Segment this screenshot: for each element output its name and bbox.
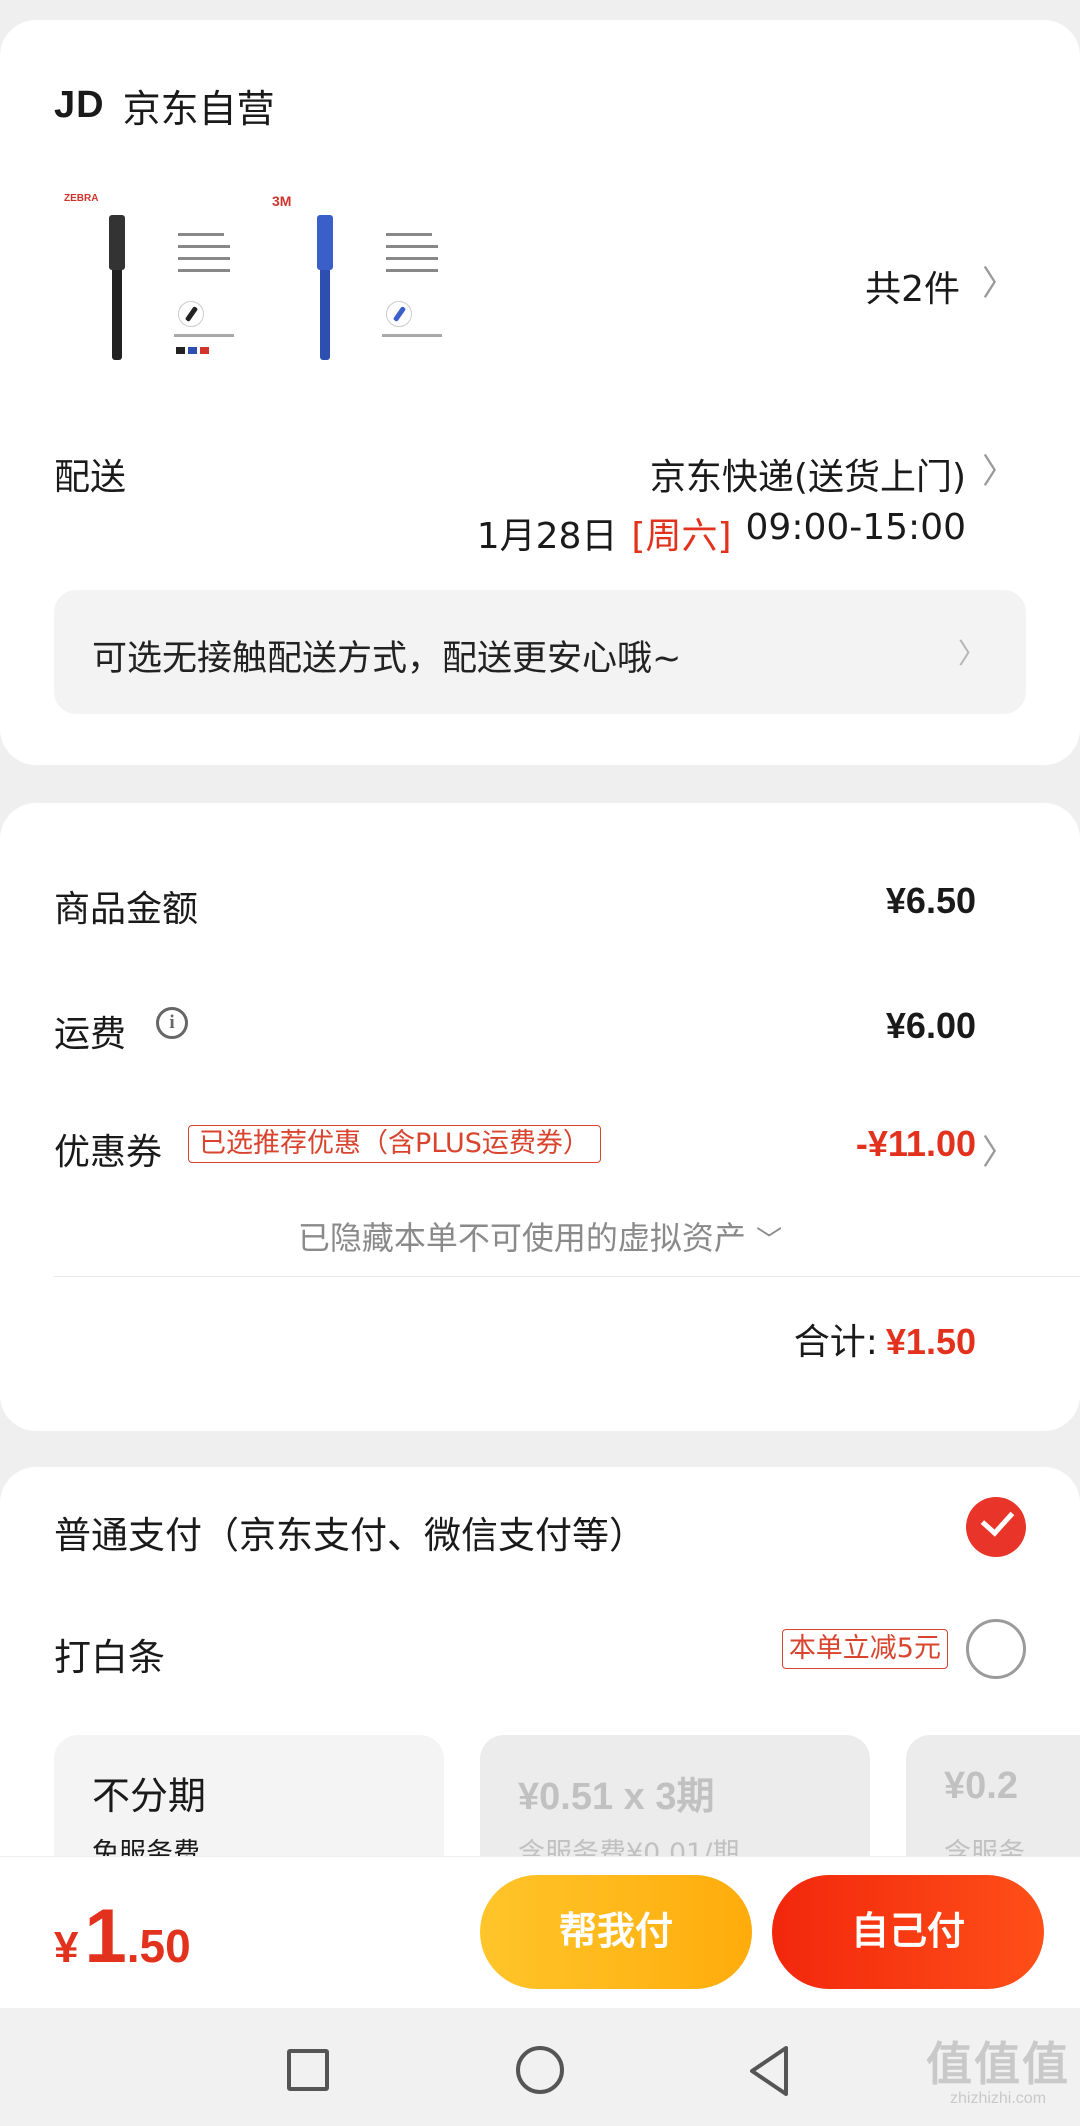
color-swatch xyxy=(200,347,209,354)
back-icon[interactable] xyxy=(746,2044,792,2098)
nib-label xyxy=(174,334,234,337)
pen-cap-image xyxy=(317,215,333,270)
jd-logo: JD xyxy=(54,84,105,126)
unchecked-radio-icon[interactable] xyxy=(966,1619,1026,1679)
chevron-down-icon: ﹀ xyxy=(756,1226,783,1256)
hidden-assets-toggle[interactable]: 已隐藏本单不可使用的虚拟资产 ﹀ xyxy=(0,1213,1080,1259)
order-total: 合计: ¥1.50 xyxy=(794,1313,976,1365)
nib-icon xyxy=(178,301,204,327)
nib-label xyxy=(382,334,442,337)
product-thumbnail[interactable]: ZEBRA xyxy=(60,175,240,375)
shipping-fee-label: 运费 xyxy=(54,1014,127,1055)
goods-amount-value: ¥6.50 xyxy=(885,880,976,921)
chevron-right-icon[interactable]: 〉 xyxy=(982,1125,1016,1174)
amount-integer: 1 xyxy=(84,1894,127,1979)
plan-title: ¥0.2 xyxy=(944,1765,1018,1807)
chevron-right-icon: 〉 xyxy=(957,637,986,670)
help-me-pay-button[interactable]: 帮我付 xyxy=(480,1875,752,1989)
chevron-right-icon[interactable]: 〉 xyxy=(982,444,1016,493)
contactless-text: 可选无接触配送方式，配送更安心哦~ xyxy=(92,639,682,679)
recent-apps-icon[interactable] xyxy=(287,2049,329,2091)
color-swatch xyxy=(176,347,185,354)
delivery-weekday: [周六] xyxy=(631,516,732,557)
divider xyxy=(54,1276,1080,1277)
check-radio-icon[interactable] xyxy=(966,1497,1026,1557)
shop-header: JD 京东自营 xyxy=(54,78,275,133)
shipping-fee-value: ¥6.00 xyxy=(885,1005,976,1046)
goods-amount-label: 商品金额 xyxy=(54,889,199,930)
pay-amount: ¥ 1 .50 xyxy=(54,1893,191,1980)
pen-cap-image xyxy=(109,215,125,270)
delivery-method[interactable]: 京东快递(送货上门) xyxy=(650,448,966,500)
amount-decimal: .50 xyxy=(126,1920,191,1972)
color-swatch xyxy=(188,347,197,354)
system-navigation-bar: 值值值 zhizhizhi.com xyxy=(0,2008,1080,2126)
contactless-delivery-option[interactable]: 可选无接触配送方式，配送更安心哦~ 〉 xyxy=(54,590,1026,714)
checkout-bar: ¥ 1 .50 帮我付 自己付 xyxy=(0,1856,1080,2008)
coupon-tag: 已选推荐优惠（含PLUS运费券） xyxy=(188,1125,601,1163)
watermark: 值值值 zhizhizhi.com xyxy=(926,2028,1070,2108)
delivery-label: 配送 xyxy=(54,457,127,498)
info-icon[interactable]: i xyxy=(156,1007,188,1039)
total-value: ¥1.50 xyxy=(885,1321,976,1362)
product-thumbnail[interactable]: 3M xyxy=(268,175,448,375)
promo-tag: 本单立减5元 xyxy=(781,1629,948,1669)
product-brand: ZEBRA xyxy=(64,193,99,204)
coupon-label: 优惠券 xyxy=(54,1132,163,1173)
product-description-lines xyxy=(386,233,446,281)
plan-title: ¥0.51 x 3期 xyxy=(518,1776,715,1818)
normal-payment-label[interactable]: 普通支付（京东支付、微信支付等） xyxy=(54,1505,646,1559)
product-brand: 3M xyxy=(272,193,292,209)
shop-name: 京东自营 xyxy=(122,87,275,131)
pay-myself-button[interactable]: 自己付 xyxy=(772,1875,1044,1989)
item-count[interactable]: 共2件 xyxy=(865,260,960,312)
plan-title: 不分期 xyxy=(92,1774,207,1818)
hidden-assets-text: 已隐藏本单不可使用的虚拟资产 xyxy=(297,1219,746,1257)
chevron-right-icon[interactable]: 〉 xyxy=(982,256,1016,305)
shop-card: JD 京东自营 ZEBRA 3M 共2件 〉 配送 京东快递(送货上门) 〉 1… xyxy=(0,20,1080,765)
watermark-logo: 值值值 xyxy=(926,2037,1070,2091)
delivery-time[interactable]: 1月28日 [周六] 09:00-15:00 xyxy=(477,507,966,559)
baitiao-label[interactable]: 打白条 xyxy=(54,1627,165,1681)
product-description-lines xyxy=(178,233,238,281)
price-summary-card: 商品金额 ¥6.50 运费 i ¥6.00 优惠券 已选推荐优惠（含PLUS运费… xyxy=(0,803,1080,1431)
coupon-value[interactable]: -¥11.00 xyxy=(856,1123,976,1165)
total-label: 合计: xyxy=(793,1322,878,1363)
home-icon[interactable] xyxy=(516,2046,564,2094)
delivery-time-range: 09:00-15:00 xyxy=(745,507,966,548)
nib-icon xyxy=(386,301,412,327)
currency-symbol: ¥ xyxy=(54,1923,79,1972)
delivery-date: 1月28日 xyxy=(476,516,618,557)
